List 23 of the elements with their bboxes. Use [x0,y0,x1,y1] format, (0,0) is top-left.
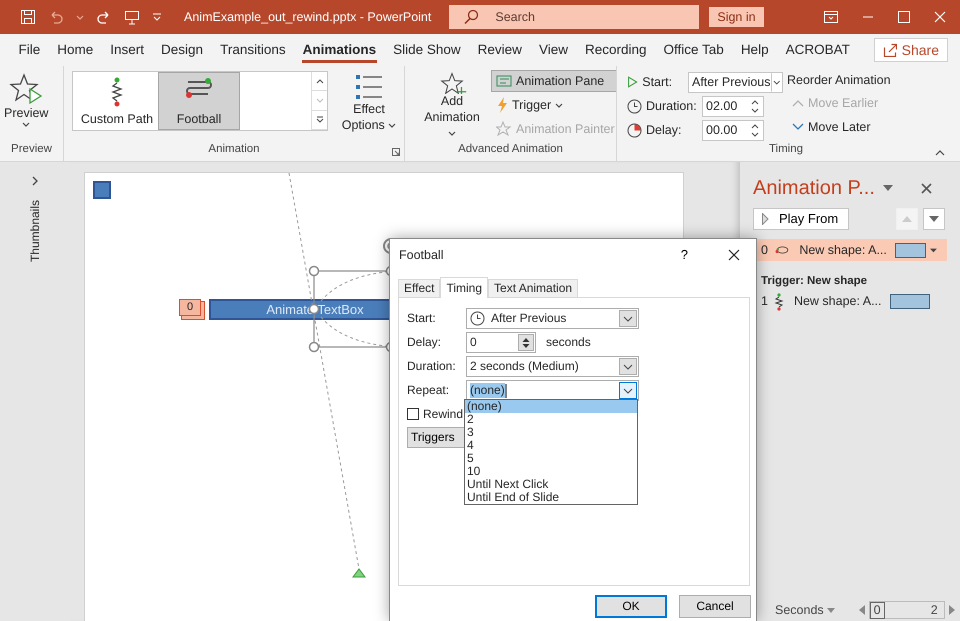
field-label: Delay: [646,122,682,138]
reorder-title: Reorder Animation [787,72,891,89]
field-label: Duration: [646,98,698,114]
field-label: Start: [642,74,674,90]
effect-label: New shape: A... [799,242,887,258]
ruler-label: 2 [930,602,938,618]
pane-title: Animation P... [753,176,875,200]
unit-label: seconds [546,335,591,350]
document-title: AnimExample_out_rewind.pptx - PowerPoint [184,10,432,24]
thumbnails-label: Thumbnails [28,200,42,262]
field-label: Repeat: [407,383,450,398]
group-label: Preview [10,143,53,157]
effect-label: New shape: A... [794,294,882,310]
order-number: 0 [761,242,768,258]
trigger-heading: Trigger: New shape [761,275,868,289]
order-number: 1 [761,294,768,310]
group-label: Animation [207,143,261,157]
dialog-title: Football [399,248,444,262]
group-label: Timing [768,143,804,157]
ruler-label: 0 [870,602,885,618]
group-label: Advanced Animation [457,143,564,157]
field-label: Delay: [407,335,442,350]
field-label: Duration: [407,359,457,374]
